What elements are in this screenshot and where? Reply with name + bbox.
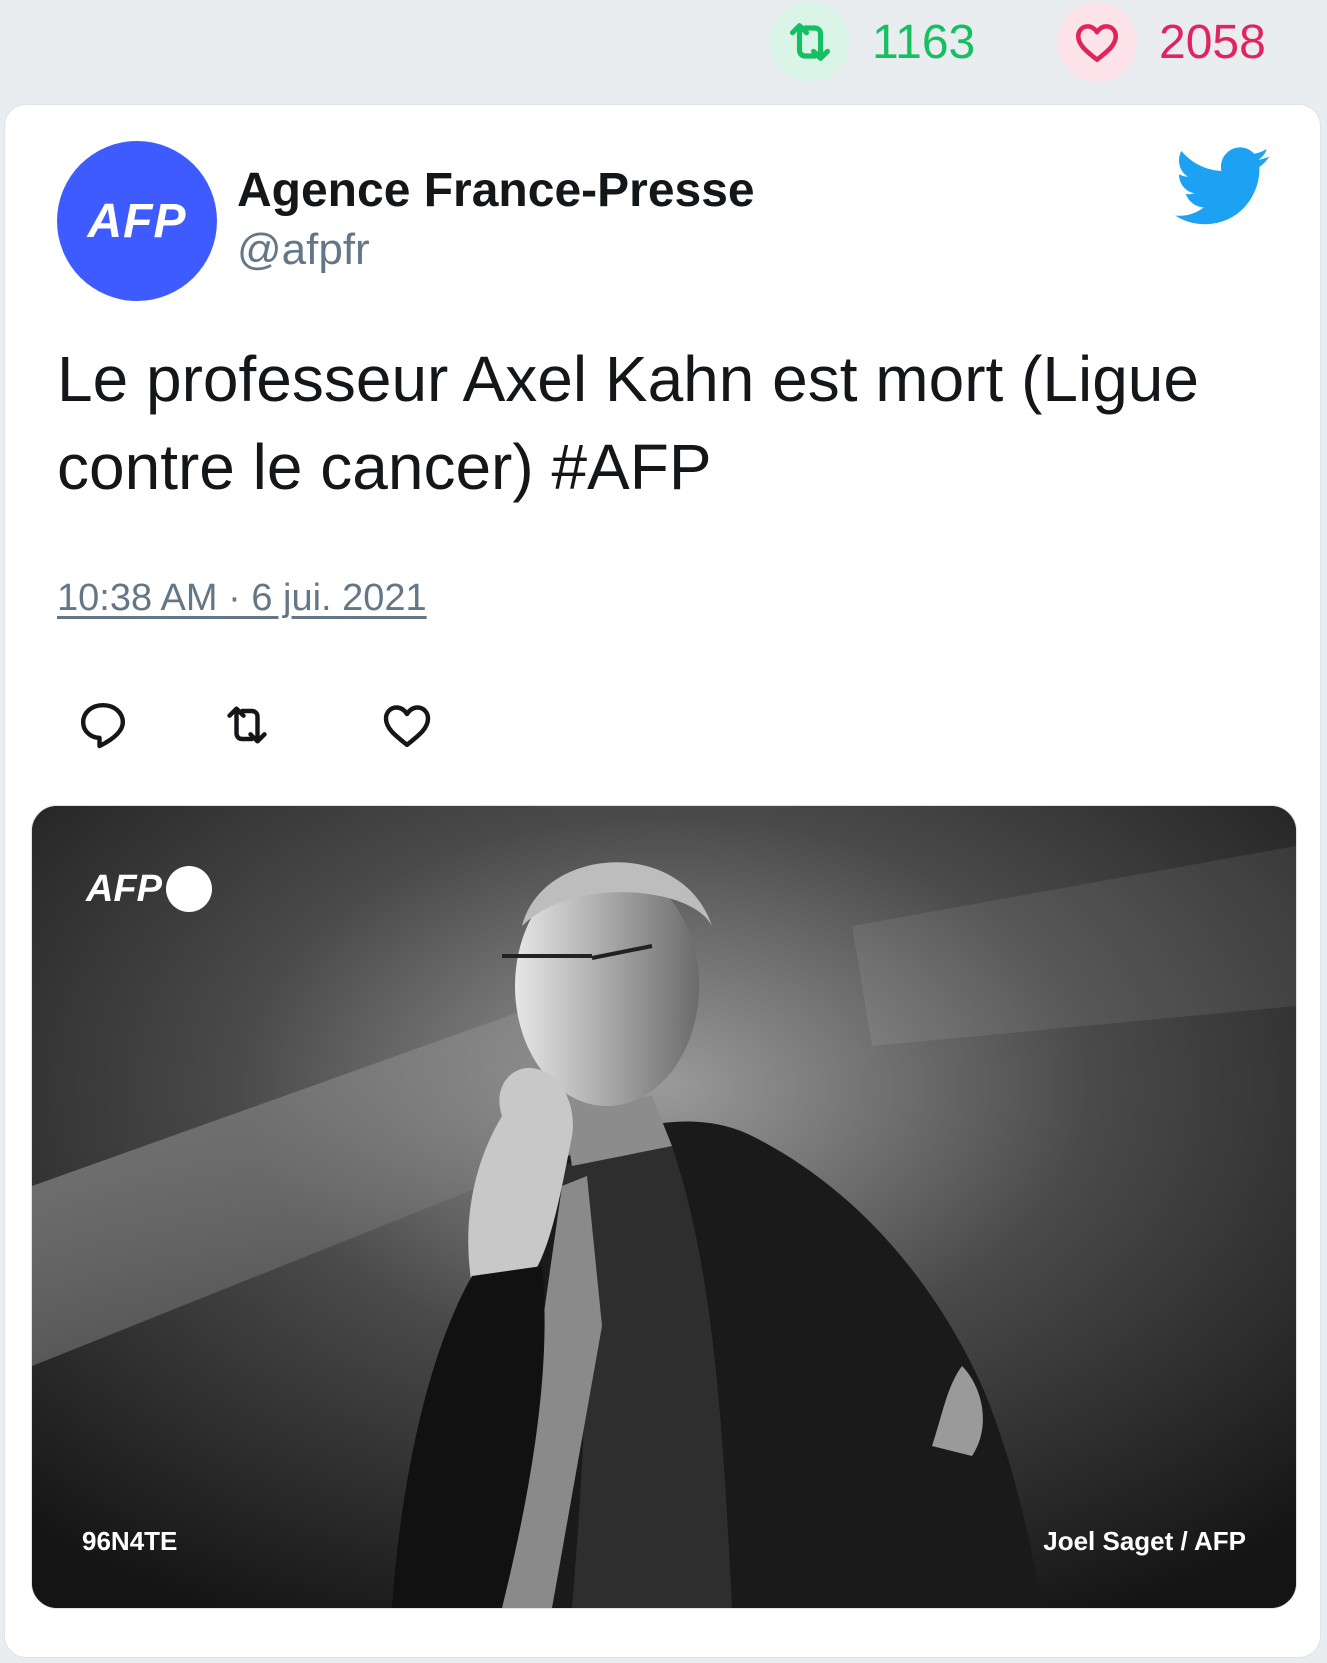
author-display-name[interactable]: Agence France-Presse: [237, 163, 755, 218]
heart-icon: [1057, 2, 1137, 82]
watermark-dot: [166, 866, 212, 912]
like-count: 2058: [1159, 15, 1266, 69]
like-stat[interactable]: 2058: [1057, 2, 1266, 82]
retweet-icon: [770, 2, 850, 82]
portrait-photo: [32, 806, 1296, 1608]
avatar[interactable]: AFP: [57, 141, 217, 301]
photo-id: 96N4TE: [82, 1526, 178, 1556]
heart-icon[interactable]: [379, 697, 435, 753]
retweet-count: 1163: [872, 15, 976, 69]
twitter-bird-icon[interactable]: [1175, 147, 1271, 227]
watermark-text: AFP: [86, 867, 162, 910]
retweet-stat[interactable]: 1163: [770, 2, 975, 82]
reply-icon[interactable]: [75, 697, 131, 753]
afp-watermark-logo: AFP: [86, 866, 212, 912]
retweet-icon[interactable]: [219, 697, 275, 753]
tweet-media[interactable]: AFP 96N4TE Joel Saget / AFP: [31, 805, 1297, 1609]
photo-credit: Joel Saget / AFP: [1043, 1526, 1246, 1556]
avatar-label: AFP: [87, 194, 187, 248]
engagement-stats: 1163 2058: [0, 0, 1327, 100]
tweet-text: Le professeur Axel Kahn est mort (Ligue …: [57, 343, 1199, 503]
author-handle[interactable]: @afpfr: [237, 225, 370, 275]
tweet-card: AFP Agence France-Presse @afpfr Le profe…: [4, 104, 1321, 1658]
tweet-timestamp[interactable]: 10:38 AM · 6 jui. 2021: [57, 577, 427, 620]
